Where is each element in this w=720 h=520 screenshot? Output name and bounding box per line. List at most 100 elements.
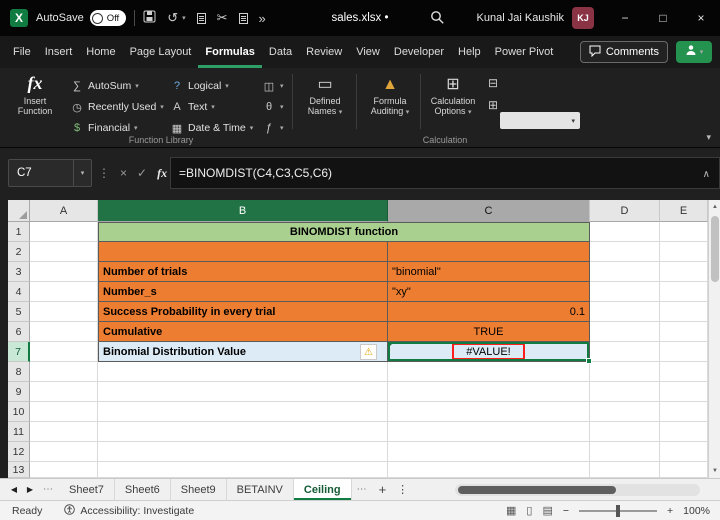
- ribbon-tab-help[interactable]: Help: [451, 36, 488, 68]
- column-header-A[interactable]: A: [30, 200, 98, 222]
- zoom-level[interactable]: 100%: [683, 505, 710, 517]
- cell-D13[interactable]: [590, 462, 660, 478]
- cell-D11[interactable]: [590, 422, 660, 442]
- sheet-options-kebab-icon[interactable]: ⋮: [397, 483, 408, 496]
- defined-names-button[interactable]: ▭ Defined Names ▾: [298, 72, 352, 118]
- ribbon-tab-home[interactable]: Home: [79, 36, 122, 68]
- cut-button[interactable]: ✂: [217, 10, 228, 26]
- zoom-slider[interactable]: [579, 504, 657, 517]
- cell-C2[interactable]: [388, 242, 590, 262]
- cell-B4[interactable]: Number_s: [98, 282, 388, 302]
- cell-B3[interactable]: Number of trials: [98, 262, 388, 282]
- cell-A6[interactable]: [30, 322, 98, 342]
- cell-E8[interactable]: [660, 362, 708, 382]
- sheet-tab-sheet9[interactable]: Sheet9: [171, 479, 227, 500]
- zoom-out-icon[interactable]: −: [563, 505, 569, 517]
- cell-C13[interactable]: [388, 462, 590, 478]
- more-sheets-right-icon[interactable]: ⋯: [357, 484, 368, 495]
- page-break-view-icon[interactable]: ▤: [542, 504, 552, 517]
- cell-A7[interactable]: [30, 342, 98, 362]
- cell-E7[interactable]: [660, 342, 708, 362]
- formula-auditing-button[interactable]: ▲ Formula Auditing ▾: [362, 72, 418, 118]
- page-layout-view-icon[interactable]: ▯: [526, 504, 532, 517]
- cell-A11[interactable]: [30, 422, 98, 442]
- cell-D2[interactable]: [590, 242, 660, 262]
- cell-C4[interactable]: "xy": [388, 282, 590, 302]
- row-header-4[interactable]: 4: [8, 282, 30, 302]
- calculation-options-button[interactable]: ⊞ Calculation Options ▾: [424, 72, 482, 118]
- cell-E13[interactable]: [660, 462, 708, 478]
- expand-formula-bar-icon[interactable]: ∧: [703, 158, 710, 190]
- sheet-prev-icon[interactable]: ◀: [6, 485, 22, 494]
- row-header-6[interactable]: 6: [8, 322, 30, 342]
- cell-B7[interactable]: Binomial Distribution Value: [98, 342, 388, 362]
- normal-view-icon[interactable]: ▦: [506, 504, 516, 517]
- cell-C11[interactable]: [388, 422, 590, 442]
- cell-B6[interactable]: Cumulative: [98, 322, 388, 342]
- row-header-5[interactable]: 5: [8, 302, 30, 322]
- column-header-B[interactable]: B: [98, 200, 388, 222]
- user-name[interactable]: Kunal Jai Kaushik: [477, 12, 564, 24]
- sheet-next-icon[interactable]: ▶: [22, 485, 38, 494]
- cell-E10[interactable]: [660, 402, 708, 422]
- ribbon-tab-view[interactable]: View: [349, 36, 387, 68]
- zoom-slider-knob[interactable]: [616, 504, 620, 517]
- row-header-12[interactable]: 12: [8, 442, 30, 462]
- vertical-scrollbar-thumb[interactable]: [711, 216, 719, 282]
- ribbon-tab-review[interactable]: Review: [299, 36, 349, 68]
- row-header-2[interactable]: 2: [8, 242, 30, 262]
- select-all-corner[interactable]: [8, 200, 30, 222]
- cell-B11[interactable]: [98, 422, 388, 442]
- cancel-icon[interactable]: ×: [120, 166, 127, 180]
- row-header-13[interactable]: 13: [8, 462, 30, 478]
- name-box[interactable]: C7 ▾: [8, 159, 92, 187]
- ribbon-tab-page-layout[interactable]: Page Layout: [123, 36, 199, 68]
- cell-A3[interactable]: [30, 262, 98, 282]
- error-warning-button[interactable]: ⚠: [360, 344, 377, 360]
- cell-E3[interactable]: [660, 262, 708, 282]
- horizontal-scrollbar[interactable]: [455, 484, 700, 496]
- menu-lookup-icon[interactable]: ◫ ▾: [262, 76, 284, 96]
- scroll-up-icon[interactable]: ▲: [709, 200, 720, 214]
- cell-E2[interactable]: [660, 242, 708, 262]
- cell-B2[interactable]: [98, 242, 388, 262]
- share-button[interactable]: ▾: [676, 41, 712, 63]
- ribbon-tab-formulas[interactable]: Formulas: [198, 36, 262, 68]
- cell-B9[interactable]: [98, 382, 388, 402]
- zoom-in-icon[interactable]: +: [667, 505, 673, 517]
- autosave-toggle[interactable]: Off: [89, 10, 127, 26]
- cell-C3[interactable]: "binomial": [388, 262, 590, 282]
- cell-E12[interactable]: [660, 442, 708, 462]
- menu-recently-used[interactable]: ◷ Recently Used ▾: [70, 97, 164, 117]
- row-header-11[interactable]: 11: [8, 422, 30, 442]
- cell-A5[interactable]: [30, 302, 98, 322]
- accessibility-status[interactable]: Accessibility: Investigate: [64, 503, 194, 518]
- cell-A4[interactable]: [30, 282, 98, 302]
- row-header-3[interactable]: 3: [8, 262, 30, 282]
- horizontal-scrollbar-thumb[interactable]: [458, 486, 616, 494]
- cell-D5[interactable]: [590, 302, 660, 322]
- add-sheet-button[interactable]: +: [379, 482, 387, 497]
- cell-E9[interactable]: [660, 382, 708, 402]
- row-header-7[interactable]: 7: [8, 342, 30, 362]
- cell-B5[interactable]: Success Probability in every trial: [98, 302, 388, 322]
- cell-D3[interactable]: [590, 262, 660, 282]
- menu-text[interactable]: A Text ▾: [170, 97, 253, 117]
- cell-B12[interactable]: [98, 442, 388, 462]
- row-header-8[interactable]: 8: [8, 362, 30, 382]
- scroll-down-icon[interactable]: ▼: [709, 464, 720, 478]
- cell-E6[interactable]: [660, 322, 708, 342]
- user-avatar[interactable]: KJ: [572, 7, 594, 29]
- cell-A9[interactable]: [30, 382, 98, 402]
- calculate-now-button[interactable]: ⊟: [488, 76, 498, 90]
- calculate-sheet-button[interactable]: ⊞: [488, 98, 498, 112]
- insert-function-button[interactable]: fx Insert Function: [6, 72, 64, 116]
- collapse-ribbon-icon[interactable]: ▾: [706, 132, 711, 143]
- cell-C8[interactable]: [388, 362, 590, 382]
- cell-D10[interactable]: [590, 402, 660, 422]
- cell-A13[interactable]: [30, 462, 98, 478]
- cell-D12[interactable]: [590, 442, 660, 462]
- cell-A10[interactable]: [30, 402, 98, 422]
- close-button[interactable]: ×: [682, 0, 720, 36]
- cell-C6[interactable]: TRUE: [388, 322, 590, 342]
